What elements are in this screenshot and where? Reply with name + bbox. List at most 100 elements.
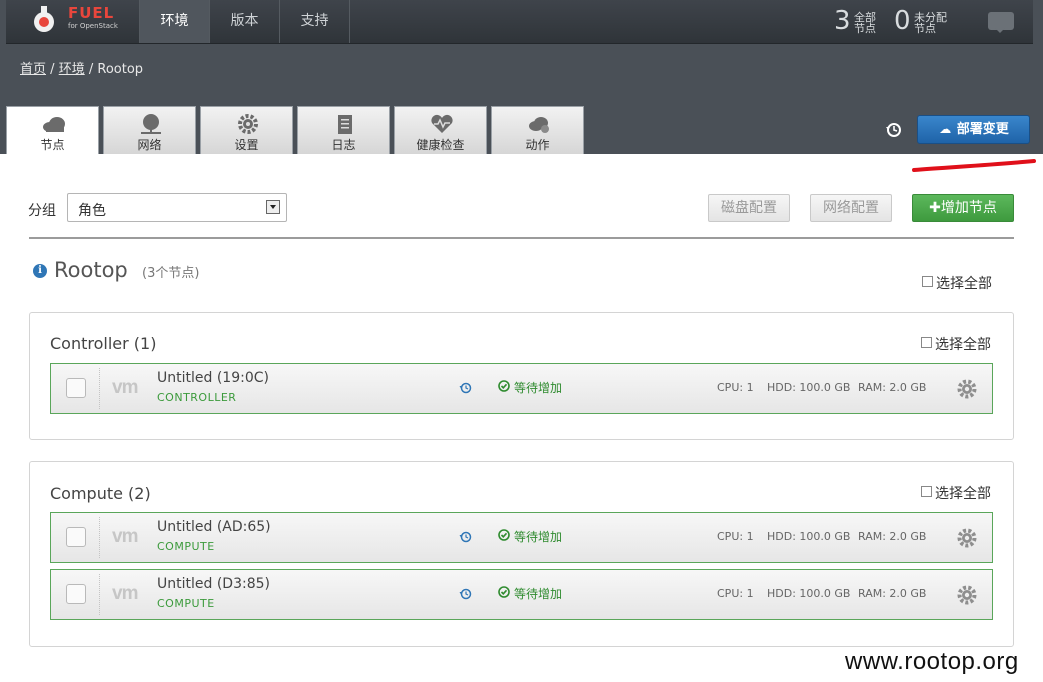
environment-name: Rootop <box>54 258 128 282</box>
check-circle-icon <box>498 586 510 598</box>
stat-unallocated-value: 0 <box>894 6 911 36</box>
disk-config-button[interactable]: 磁盘配置 <box>708 194 790 222</box>
select-all-label: 选择全部 <box>935 486 991 502</box>
node-name: Untitled (AD:65) <box>157 519 271 535</box>
tab-label: 健康检查 <box>416 138 465 152</box>
divider <box>99 368 100 409</box>
watermark: www.rootop.org <box>845 648 1019 675</box>
tab-label: 日志 <box>331 138 356 152</box>
add-node-button[interactable]: ✚增加节点 <box>912 194 1014 222</box>
node-status: 等待增加 <box>514 530 563 544</box>
select-all-checkbox[interactable] <box>921 486 932 497</box>
node-row[interactable]: vm Untitled (19:0C) CONTROLLER 等待增加 CPU:… <box>50 363 993 414</box>
nav-tab-support[interactable]: 支持 <box>279 0 350 43</box>
history-icon[interactable] <box>459 587 473 601</box>
gear-icon[interactable] <box>956 527 978 549</box>
check-circle-icon <box>498 529 510 541</box>
tab-health-check[interactable]: 健康检查 <box>394 106 487 154</box>
tab-nodes[interactable]: 节点 <box>6 106 99 156</box>
tab-settings[interactable]: 设置 <box>200 106 293 154</box>
cloud-icon <box>43 117 65 132</box>
select-all-checkbox[interactable] <box>922 276 933 287</box>
breadcrumb-sep: / <box>50 62 55 77</box>
tab-logs[interactable]: 日志 <box>297 106 390 154</box>
select-all-checkbox[interactable] <box>921 337 932 348</box>
node-status: 等待增加 <box>514 381 563 395</box>
red-annotation-mark <box>912 159 1036 172</box>
breadcrumb-home[interactable]: 首页 <box>20 62 46 77</box>
stat-unallocated-nodes: 0 未分配 节点 <box>894 2 964 42</box>
plus-icon: ✚ <box>929 200 941 216</box>
vm-icon: vm <box>112 526 138 547</box>
grouping-select[interactable]: 角色 <box>67 193 287 222</box>
divider <box>99 517 100 558</box>
node-ram: RAM: 2.0 GB <box>858 381 927 394</box>
node-hdd: HDD: 100.0 GB <box>767 530 851 543</box>
node-cpu: CPU: 1 <box>717 530 754 543</box>
nav-tab-environments[interactable]: 环境 <box>139 0 209 43</box>
stat-unallocated-label: 未分配 节点 <box>914 11 947 35</box>
tab-label: 节点 <box>40 138 65 152</box>
node-row[interactable]: vm Untitled (D3:85) COMPUTE 等待增加 CPU: 1 … <box>50 569 993 620</box>
role-title: Controller (1) <box>50 334 157 353</box>
deploy-changes-button[interactable]: ☁ 部署变更 <box>917 115 1030 144</box>
brand-name: FUEL <box>68 4 115 22</box>
gear-icon <box>238 114 258 134</box>
tab-actions[interactable]: 动作 <box>491 106 584 154</box>
stat-total-value: 3 <box>834 6 851 36</box>
tab-network[interactable]: 网络 <box>103 106 196 154</box>
node-checkbox[interactable] <box>66 378 86 398</box>
divider <box>29 237 1014 239</box>
node-ram: RAM: 2.0 GB <box>858 587 927 600</box>
gear-icon[interactable] <box>956 378 978 400</box>
tab-label: 设置 <box>234 138 259 152</box>
main-navbar: FUEL for OpenStack 环境 版本 支持 3 全部 节点 0 未分… <box>6 0 1033 44</box>
node-checkbox[interactable] <box>66 527 86 547</box>
node-name: Untitled (19:0C) <box>157 370 269 386</box>
node-row[interactable]: vm Untitled (AD:65) COMPUTE 等待增加 CPU: 1 … <box>50 512 993 563</box>
role-title: Compute (2) <box>50 484 151 503</box>
node-hdd: HDD: 100.0 GB <box>767 381 851 394</box>
grouping-value: 角色 <box>78 203 106 219</box>
select-all-label: 选择全部 <box>935 337 991 353</box>
check-circle-icon <box>498 380 510 392</box>
select-all-label: 选择全部 <box>936 276 992 292</box>
node-role: COMPUTE <box>157 597 215 610</box>
clipboard-icon <box>338 115 352 134</box>
network-config-button[interactable]: 网络配置 <box>810 194 892 222</box>
cloud-gears-icon <box>529 117 549 133</box>
stat-total-label: 全部 节点 <box>854 11 876 35</box>
breadcrumb: 首页 / 环境 / Rootop <box>20 58 143 77</box>
gear-icon[interactable] <box>956 584 978 606</box>
add-node-label: 增加节点 <box>940 200 997 216</box>
deploy-label: 部署变更 <box>956 122 1009 137</box>
node-name: Untitled (D3:85) <box>157 576 270 592</box>
node-role: CONTROLLER <box>157 391 237 404</box>
tab-label: 网络 <box>137 138 162 152</box>
history-icon[interactable] <box>459 381 473 395</box>
info-icon: i <box>33 264 47 278</box>
network-icon <box>141 114 161 134</box>
environment-node-count: (3个节点) <box>142 266 200 281</box>
node-role: COMPUTE <box>157 540 215 553</box>
node-cpu: CPU: 1 <box>717 587 754 600</box>
node-ram: RAM: 2.0 GB <box>858 530 927 543</box>
nav-tab-releases[interactable]: 版本 <box>209 0 279 43</box>
history-icon[interactable] <box>884 120 904 140</box>
divider <box>99 574 100 615</box>
node-checkbox[interactable] <box>66 584 86 604</box>
vm-icon: vm <box>112 583 138 604</box>
node-cpu: CPU: 1 <box>717 381 754 394</box>
node-status: 等待增加 <box>514 587 563 601</box>
chat-bubble-icon[interactable] <box>988 12 1014 33</box>
brand-subtitle: for OpenStack <box>68 22 118 30</box>
history-icon[interactable] <box>459 530 473 544</box>
node-hdd: HDD: 100.0 GB <box>767 587 851 600</box>
breadcrumb-environments[interactable]: 环境 <box>59 62 85 77</box>
breadcrumb-current: Rootop <box>97 62 144 77</box>
tab-label: 动作 <box>525 138 550 152</box>
stat-total-nodes: 3 全部 节点 <box>834 2 884 42</box>
heart-pulse-icon <box>431 114 453 133</box>
grouping-label: 分组 <box>28 203 56 219</box>
vm-icon: vm <box>112 377 138 398</box>
